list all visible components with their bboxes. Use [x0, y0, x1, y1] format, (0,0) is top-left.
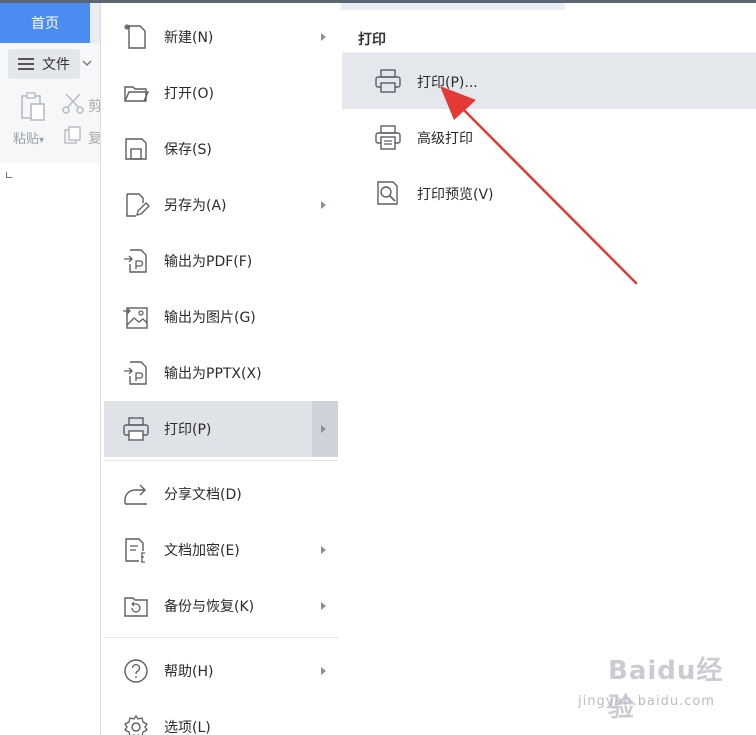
page-corner-mark: [6, 172, 12, 178]
backup-restore-icon: [124, 597, 148, 617]
copy-icon[interactable]: [64, 126, 82, 144]
menu-item-print[interactable]: 打印(P): [104, 401, 338, 457]
submenu-arrow-icon: [321, 425, 326, 433]
menu-item-help[interactable]: 帮助(H): [104, 643, 338, 699]
paste-button[interactable]: 粘贴▾: [13, 128, 44, 147]
submenu-arrow-icon: [321, 667, 326, 675]
menu-item-label: 输出为PDF(F): [164, 254, 253, 270]
menu-item-label: 打印(P): [164, 422, 212, 438]
gear-icon: [124, 714, 148, 735]
menu-divider: [104, 460, 338, 461]
paste-dropdown-icon[interactable]: ▾: [39, 135, 44, 146]
paste-icon[interactable]: [20, 92, 46, 122]
submenu-arrow-icon: [321, 33, 326, 41]
file-menu: 新建(N) 打开(O) 保存(S) 另存为(A) 输出为PDF(F) 输出为图片…: [100, 3, 341, 735]
menu-item-label: 新建(N): [164, 30, 214, 46]
help-icon: [124, 659, 148, 683]
scissors-icon[interactable]: [62, 92, 84, 114]
watermark-url: jingyan.baidu.com: [578, 694, 715, 709]
paste-label: 粘贴: [13, 132, 40, 147]
menu-item-label: 输出为PPTX(X): [164, 366, 262, 382]
menu-item-label: 保存(S): [164, 142, 212, 158]
menu-divider: [104, 637, 338, 638]
submenu-arrow-icon: [321, 602, 326, 610]
menu-item-label: 文档加密(E): [164, 543, 240, 559]
printer-icon: [375, 69, 401, 93]
menu-item-label: 帮助(H): [164, 664, 214, 680]
menu-item-label: 备份与恢复(K): [164, 599, 255, 615]
encrypt-document-icon: [125, 538, 145, 563]
share-icon: [124, 484, 147, 505]
menu-item-label: 另存为(A): [164, 198, 227, 214]
new-file-icon: [124, 24, 146, 49]
save-as-icon: [126, 193, 150, 217]
menu-item-new[interactable]: 新建(N): [104, 9, 338, 65]
menu-item-export-image[interactable]: 输出为图片(G): [104, 289, 338, 345]
menu-item-open[interactable]: 打开(O): [104, 65, 338, 121]
watermark-brand: Baidu经验: [608, 656, 724, 723]
menu-item-share[interactable]: 分享文档(D): [104, 466, 338, 522]
submenu-title: 打印: [358, 32, 386, 48]
tab-home[interactable]: 首页: [0, 3, 90, 43]
printer-icon: [123, 417, 149, 441]
menu-item-save-as[interactable]: 另存为(A): [104, 177, 338, 233]
print-preview-icon: [377, 181, 398, 205]
baidu-watermark: Baidu经验 jingyan.baidu.com: [578, 650, 728, 723]
submenu-arrow-icon: [321, 546, 326, 554]
file-menu-button[interactable]: 文件: [8, 49, 80, 79]
menu-item-label: 输出为图片(G): [164, 310, 256, 326]
menu-item-export-pptx[interactable]: 输出为PPTX(X): [104, 345, 338, 401]
menu-item-encrypt[interactable]: 文档加密(E): [104, 522, 338, 578]
export-image-icon: [123, 307, 148, 329]
menu-item-export-pdf[interactable]: 输出为PDF(F): [104, 233, 338, 289]
menu-item-options[interactable]: 选项(L): [104, 699, 338, 735]
tab-bar-gap: [565, 3, 756, 10]
menu-item-label: 打开(O): [164, 86, 214, 102]
chevron-down-icon[interactable]: [82, 58, 92, 68]
submenu-arrow-icon: [321, 201, 326, 209]
export-pdf-icon: [124, 249, 147, 273]
advanced-print-icon: [375, 125, 401, 150]
hamburger-icon: [18, 58, 34, 70]
menu-item-label: 分享文档(D): [164, 487, 242, 503]
save-icon: [125, 138, 147, 160]
menu-item-save[interactable]: 保存(S): [104, 121, 338, 177]
annotation-arrow: [440, 86, 638, 285]
menu-item-label: 选项(L): [164, 720, 211, 735]
folder-open-icon: [124, 86, 150, 102]
file-menu-label: 文件: [42, 57, 70, 73]
menu-item-backup-restore[interactable]: 备份与恢复(K): [104, 578, 338, 634]
export-pptx-icon: [124, 361, 147, 385]
